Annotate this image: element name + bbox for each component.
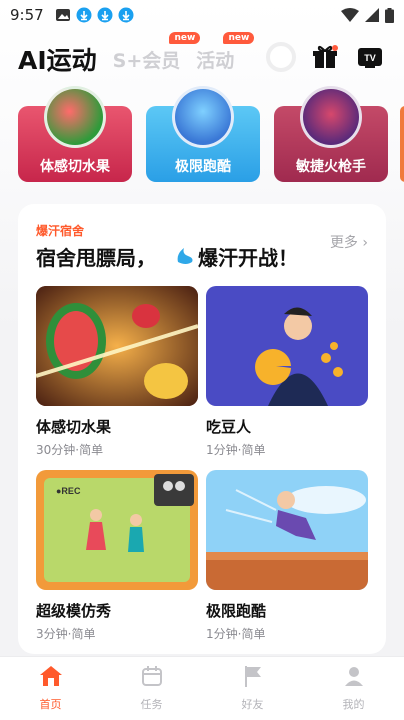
user-icon: [344, 667, 363, 686]
gift-icon[interactable]: [312, 44, 338, 70]
game-name: 极限跑酷: [206, 602, 267, 620]
new-badge: new: [169, 31, 201, 44]
carousel-card-parkour[interactable]: 极限跑酷: [146, 86, 260, 182]
bottom-nav: 首页 任务 好友 我的: [0, 656, 404, 720]
nav-mine[interactable]: 我的: [324, 665, 384, 712]
nav-friends[interactable]: 好友: [223, 665, 283, 712]
watermelon-icon: [44, 86, 106, 148]
game-meta: 30分钟·简单: [36, 443, 104, 457]
tab-label: 活动: [196, 49, 235, 72]
game-card-fruit[interactable]: 体感切水果 30分钟·简单: [36, 286, 198, 458]
home-icon: [39, 666, 62, 686]
carousel-label: 极限跑酷: [175, 159, 231, 175]
calendar-icon: [141, 666, 162, 686]
status-time: 9:57: [10, 6, 44, 24]
record-button[interactable]: [266, 42, 296, 72]
carousel-label: 体感切水果: [40, 159, 110, 175]
svg-text:●REC: ●REC: [56, 486, 81, 496]
more-link[interactable]: 更多 ›: [330, 232, 368, 252]
signal-icon: [365, 8, 379, 22]
game-card-imitation[interactable]: ●REC 超级模仿秀 3分钟·简单: [36, 470, 198, 642]
game-name: 体感切水果: [36, 418, 112, 436]
wifi-icon: [341, 8, 359, 22]
nav-label: 首页: [39, 698, 62, 711]
download-notification-icon: [97, 7, 113, 23]
game-thumbnail: ●REC: [36, 470, 198, 590]
runner-icon: [172, 86, 234, 148]
robot-icon: [300, 86, 362, 148]
status-bar: 9:57: [0, 0, 404, 30]
header-tabs: AI运动 S+会员 new 活动 new: [0, 31, 404, 84]
carousel-card-gunner[interactable]: 敏捷火枪手: [274, 86, 388, 182]
download-notification-icon: [118, 7, 134, 23]
tab-label: S+会员: [112, 49, 181, 72]
game-card-parkour[interactable]: 极限跑酷 1分钟·简单: [206, 470, 368, 642]
game-name: 超级模仿秀: [36, 602, 112, 620]
nav-tasks[interactable]: 任务: [122, 665, 182, 712]
svg-text:TV: TV: [364, 53, 376, 63]
tab-activity[interactable]: 活动 new: [196, 31, 255, 73]
sweat-drop-icon: [177, 248, 193, 264]
carousel-card-partial[interactable]: [400, 106, 404, 182]
game-meta: 1分钟·简单: [206, 443, 266, 457]
game-meta: 1分钟·简单: [206, 627, 266, 641]
game-name: 吃豆人: [206, 418, 252, 436]
nav-label: 任务: [140, 698, 163, 711]
section-title: 宿舍甩膘局，: [36, 246, 156, 270]
nav-home[interactable]: 首页: [21, 665, 81, 712]
nav-label: 我的: [342, 698, 365, 711]
section-tag: 爆汗宿舍: [36, 224, 85, 238]
tv-icon[interactable]: TV: [357, 45, 383, 69]
carousel-label: 敏捷火枪手: [296, 159, 366, 175]
section-title-2: 爆汗开战！: [198, 246, 298, 270]
flag-icon: [244, 666, 261, 687]
game-card-pacman[interactable]: 吃豆人 1分钟·简单: [206, 286, 368, 458]
tab-ai-sport[interactable]: AI运动: [18, 41, 97, 77]
game-thumbnail: [36, 286, 198, 406]
battery-icon: [385, 7, 394, 23]
game-thumbnail: [206, 470, 368, 590]
game-meta: 3分钟·简单: [36, 627, 96, 641]
dorm-section-card: 爆汗宿舍 宿舍甩膘局， 爆汗开战！ 更多 › 体感切水果 30分钟·简单 吃豆人…: [18, 204, 386, 654]
game-carousel: 体感切水果 极限跑酷 敏捷火枪手: [0, 84, 404, 188]
download-notification-icon: [76, 7, 92, 23]
game-thumbnail: [206, 286, 368, 406]
new-badge: new: [223, 31, 255, 44]
gallery-notification-icon: [55, 9, 70, 21]
nav-label: 好友: [241, 698, 264, 711]
tab-s-plus-member[interactable]: S+会员 new: [112, 31, 201, 73]
carousel-card-fruit[interactable]: 体感切水果: [18, 86, 132, 182]
